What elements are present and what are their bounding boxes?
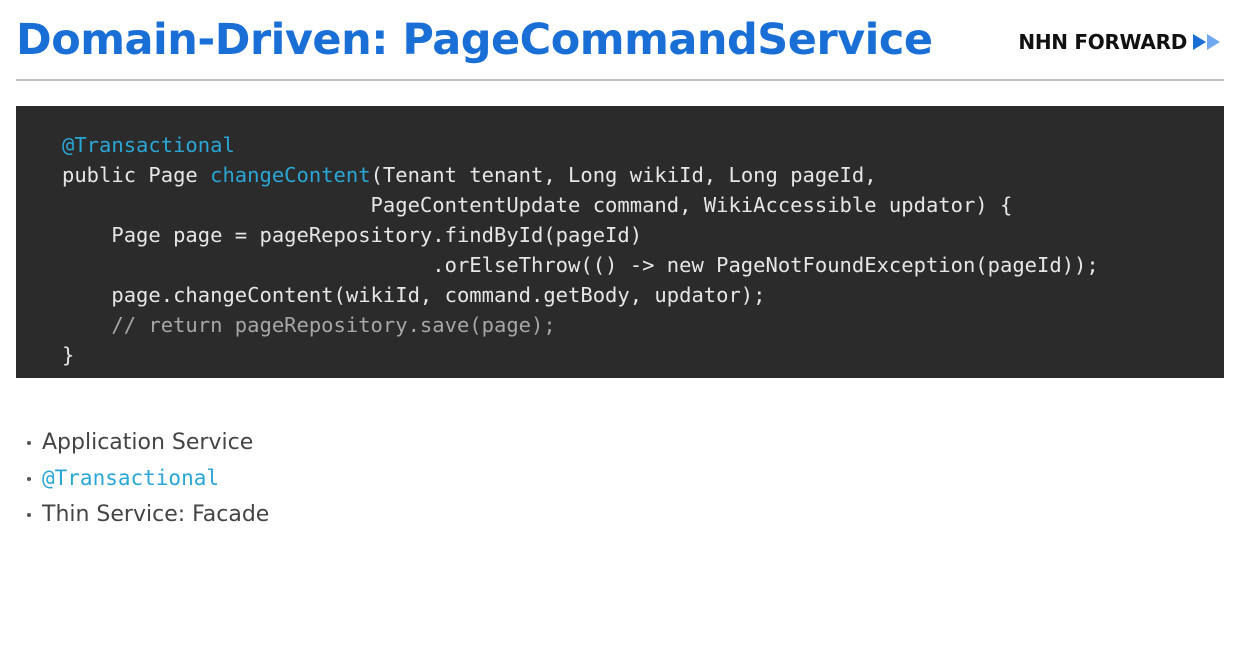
code-line-signature: public Page changeContent(Tenant tenant,… — [62, 163, 877, 187]
annotation-token: @Transactional — [62, 133, 235, 157]
code-line-signature-continued: PageContentUpdate command, WikiAccessibl… — [62, 193, 1013, 217]
title-divider — [16, 79, 1224, 81]
code-line-annotation: @Transactional — [62, 130, 235, 160]
bullet-code-text: @Transactional — [42, 466, 220, 490]
code-line-closing-brace: } — [62, 343, 75, 367]
code-line-change-content: page.changeContent(wikiId, command.getBo… — [62, 283, 766, 307]
slide-title: Domain-Driven: PageCommandService — [16, 15, 933, 65]
bullet-item: Application Service — [27, 424, 269, 460]
code-line-comment: // return pageRepository.save(page); — [62, 313, 556, 337]
code-line-find-page: Page page = pageRepository.findById(page… — [62, 223, 643, 247]
bullet-item: Thin Service: Facade — [27, 496, 269, 532]
bullet-dot-icon — [27, 441, 31, 445]
bullet-item: @Transactional — [27, 460, 269, 496]
bullet-dot-icon — [27, 477, 31, 481]
bullet-text: Thin Service: Facade — [42, 501, 270, 527]
bullet-dot-icon — [27, 513, 31, 517]
code-block: @Transactional public Page changeContent… — [16, 106, 1224, 378]
brand-logo: NHN FORWARD — [1018, 29, 1223, 55]
method-name-token: changeContent — [210, 163, 371, 187]
double-play-arrow-icon — [1193, 34, 1220, 50]
brand-name: NHN FORWARD — [1018, 30, 1187, 54]
code-line-or-else-throw: .orElseThrow(() -> new PageNotFoundExcep… — [62, 253, 1099, 277]
bullet-list: Application Service @Transactional Thin … — [27, 424, 269, 532]
bullet-text: Application Service — [42, 429, 254, 455]
